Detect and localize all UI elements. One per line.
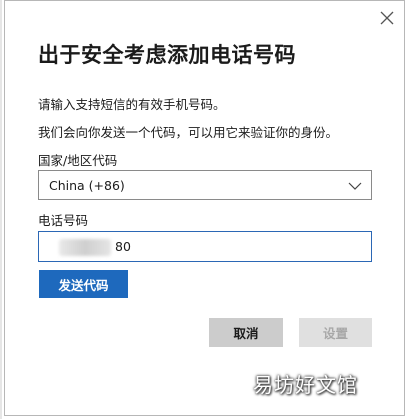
settings-button: 设置 xyxy=(299,318,372,347)
send-code-button[interactable]: 发送代码 xyxy=(39,270,128,298)
description-line-2: 我们会向你发送一个代码，可以用它来验证你的身份。 xyxy=(38,125,339,140)
phone-number-input[interactable]: 80 xyxy=(38,231,372,262)
chevron-down-icon xyxy=(348,179,362,193)
phone-number-label: 电话号码 xyxy=(38,213,89,228)
country-code-value: China (+86) xyxy=(49,178,125,193)
redacted-digits xyxy=(59,239,111,256)
watermark-text: 易坊好文馆 xyxy=(253,373,358,397)
phone-number-value: 80 xyxy=(115,239,131,254)
country-code-select[interactable]: China (+86) xyxy=(38,170,372,200)
close-button[interactable] xyxy=(378,9,396,27)
background-edge xyxy=(0,0,2,419)
dialog-title: 出于安全考虑添加电话号码 xyxy=(38,43,296,67)
cancel-button[interactable]: 取消 xyxy=(209,318,283,347)
country-code-label: 国家/地区代码 xyxy=(38,153,118,168)
add-phone-dialog: 出于安全考虑添加电话号码 请输入支持短信的有效手机号码。 我们会向你发送一个代码… xyxy=(4,0,405,416)
description-line-1: 请输入支持短信的有效手机号码。 xyxy=(38,97,226,112)
close-icon xyxy=(380,11,394,25)
